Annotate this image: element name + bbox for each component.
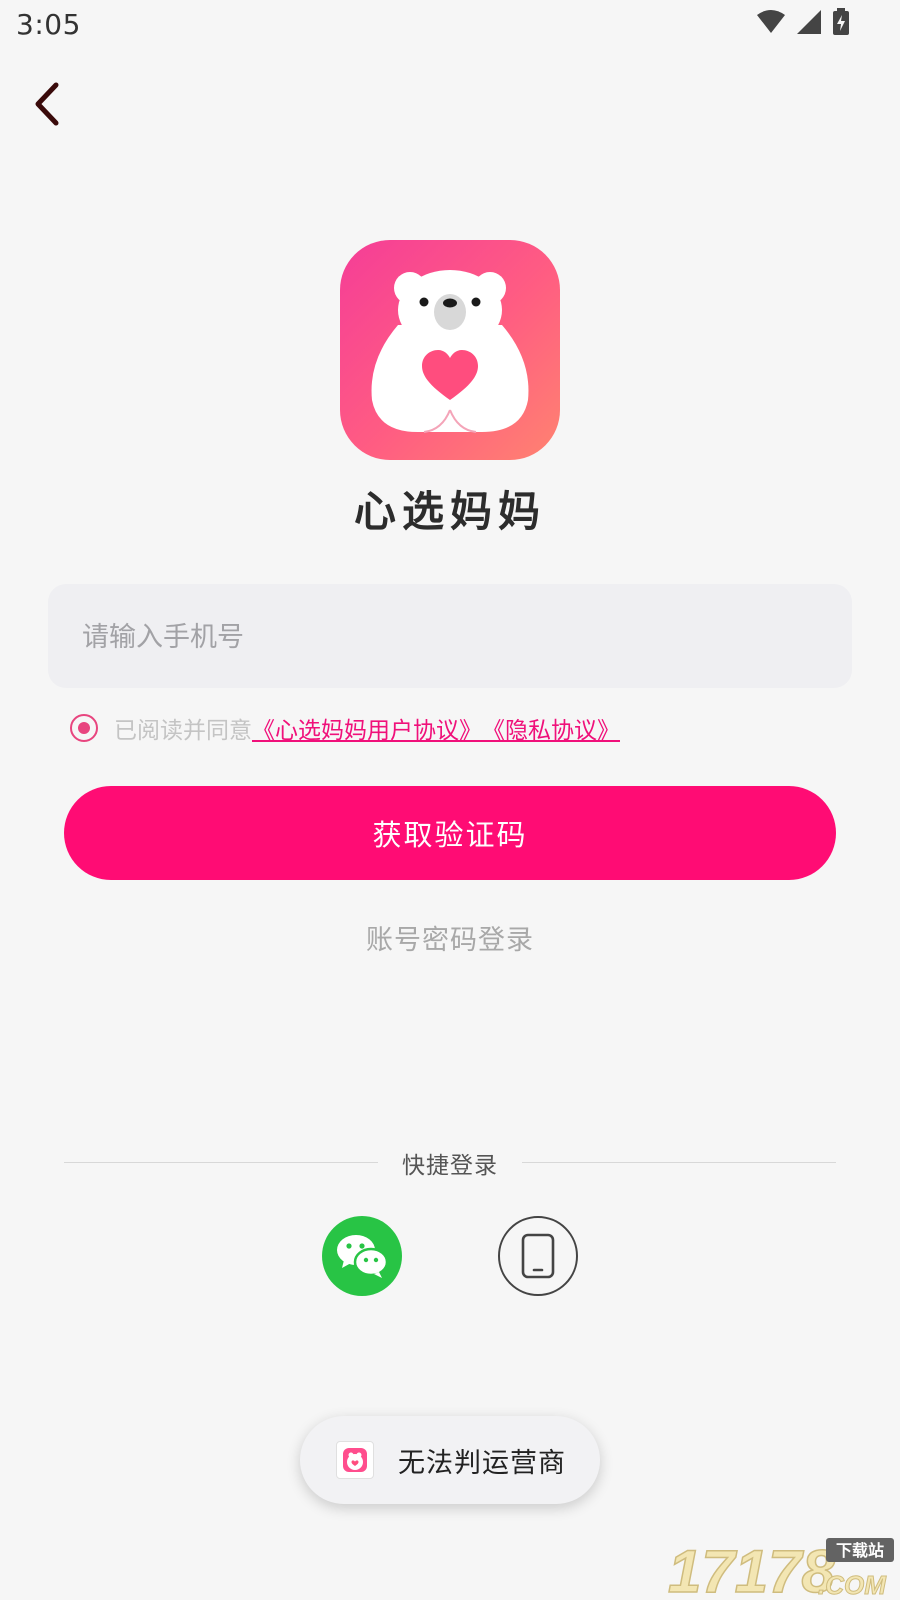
agreement-prefix-text: 已阅读并同意 [114, 718, 252, 744]
polar-bear-heart-logo [371, 270, 529, 433]
quick-login-divider-right [522, 1162, 836, 1163]
app-icon-small [336, 1441, 374, 1479]
toast-text: 无法判运营商 [398, 1447, 566, 1479]
toast-message: 无法判运营商 [300, 1416, 600, 1504]
app-logo [340, 240, 560, 460]
cellular-signal-icon [797, 10, 821, 34]
agreement-radio-checked-dot [78, 722, 90, 734]
app-name: 心选妈妈 [353, 487, 546, 536]
password-login-link[interactable]: 账号密码登录 [0, 918, 900, 957]
phone-input-container [48, 584, 852, 690]
status-time: 3:05 [16, 8, 81, 41]
chevron-left-icon [35, 82, 59, 126]
user-agreement-link[interactable]: 《心选妈妈用户协议》 [252, 711, 482, 745]
phone-number-input[interactable] [80, 584, 824, 690]
watermark-logo: 17178 下载站 .COM [668, 1537, 894, 1598]
wechat-login-button[interactable] [322, 1216, 402, 1296]
watermark-sub-top-text: 下载站 [836, 1541, 884, 1560]
back-button[interactable] [20, 74, 74, 134]
quick-login-label: 快捷登录 [402, 1153, 498, 1179]
mobile-phone-icon [521, 1233, 555, 1279]
wifi-icon [757, 10, 785, 33]
watermark-sub-bottom-text: .COM [818, 1570, 887, 1598]
login-screen: 3:05 心选妈妈 请输入手机号 已阅读并同意 《心选妈妈用户协议》 《隐私协议… [0, 0, 900, 1600]
battery-charging-icon [833, 8, 849, 35]
privacy-agreement-link[interactable]: 《隐私协议》 [482, 711, 620, 745]
agreement-row: 已阅读并同意 《心选妈妈用户协议》 《隐私协议》 [70, 710, 620, 746]
agreement-radio[interactable] [70, 714, 98, 742]
watermark-main-text: 17178 [668, 1538, 835, 1598]
phone-quick-login-button[interactable] [498, 1216, 578, 1296]
wechat-icon [337, 1235, 389, 1278]
get-verification-code-button[interactable]: 获取验证码 [64, 786, 836, 880]
status-bar: 3:05 [0, 0, 900, 52]
status-icons [756, 8, 850, 36]
